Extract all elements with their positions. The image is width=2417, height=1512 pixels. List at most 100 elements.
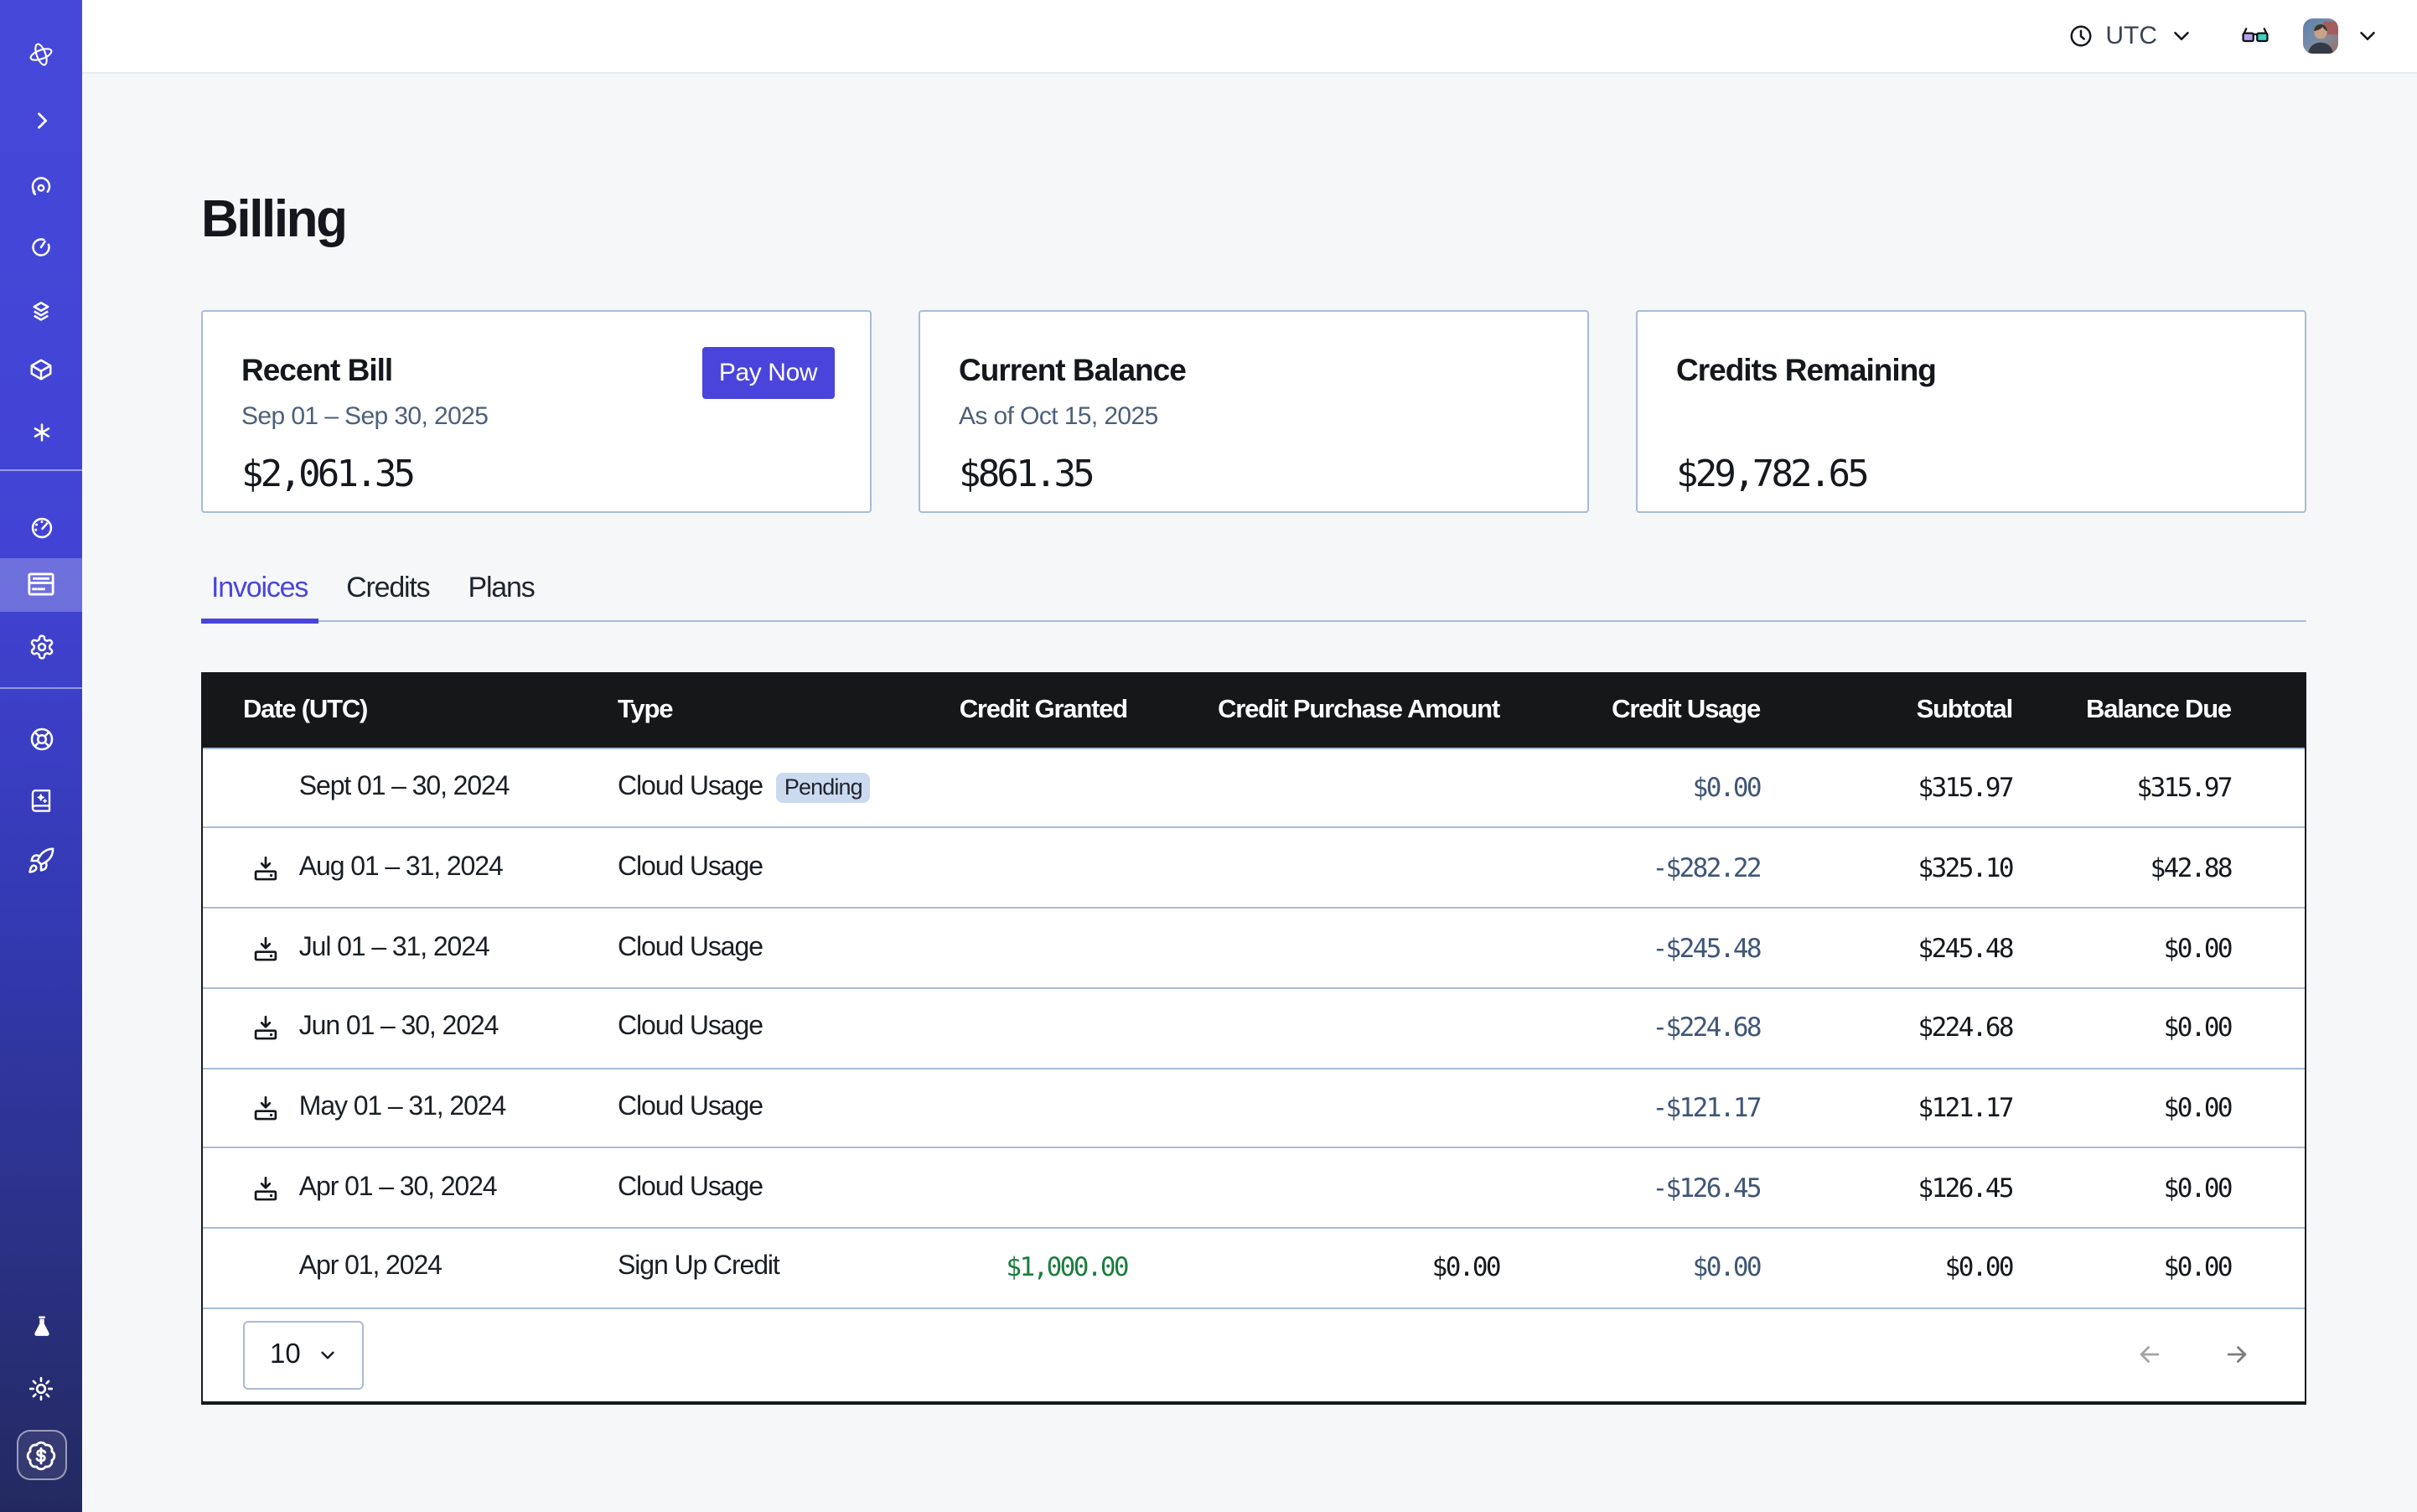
timezone-selector[interactable]: UTC [2068,22,2194,50]
invoice-type: Cloud Usage [618,1173,763,1203]
subtotal-value: $121.17 [1760,1093,2012,1123]
subtotal-value: $245.48 [1760,933,2012,963]
card-period: Sep 01 – Sep 30, 2025 [241,399,833,434]
sidebar-item-data[interactable] [0,298,82,322]
sidebar [0,0,82,1512]
sidebar-item-usage[interactable] [0,515,82,541]
download-invoice-icon[interactable] [251,934,279,962]
avatar[interactable] [2303,18,2338,54]
invoices-table: Date (UTC) Type Credit Granted Credit Pu… [201,671,2306,1405]
balance-due-value: $0.00 [2012,1012,2305,1043]
type-cell: Cloud Usage [618,853,873,883]
balance-due-value: $42.88 [2012,853,2305,883]
download-invoice-icon[interactable] [251,1013,279,1042]
next-page-button[interactable] [2223,1341,2251,1370]
table-row: Sept 01 – 30, 2024 Cloud Usage Pending $0… [203,748,2305,827]
sidebar-item-integrations[interactable] [0,358,82,381]
timezone-label: UTC [2105,22,2157,50]
sidebar-item-query-history[interactable] [0,236,82,259]
sidebar-item-labs[interactable] [0,1313,82,1341]
reader-mode-toggle[interactable] [2241,22,2269,50]
tab-plans[interactable]: Plans [458,567,544,619]
type-cell: Cloud Usage [618,1173,873,1203]
sidebar-divider [0,469,82,471]
logo-orbit-icon[interactable] [0,42,82,69]
credit-usage-value: -$282.22 [1499,853,1760,883]
download-invoice-icon[interactable] [251,854,279,883]
card-title: Current Balance [959,349,1550,391]
card-amount: $861.35 [959,453,1550,500]
credit-granted-value: $1,000.00 [873,1253,1127,1283]
col-date: Date (UTC) [203,695,618,725]
col-type: Type [618,695,873,725]
previous-page-button[interactable] [2135,1341,2164,1370]
sidebar-item-settings[interactable] [0,633,82,660]
table-row: Jul 01 – 31, 2024 Cloud Usage -$245.48 $… [203,907,2305,986]
credit-purchase-value: $0.00 [1127,1253,1499,1283]
credits-remaining-card: Credits Remaining $29,782.65 [1636,310,2306,512]
type-cell: Cloud Usage [618,1012,873,1043]
sidebar-item-pricing[interactable] [16,1430,66,1480]
recent-bill-card: Recent Bill Sep 01 – Sep 30, 2025 $2,061… [201,310,872,512]
col-credit-purchase: Credit Purchase Amount [1127,695,1499,725]
invoice-type: Cloud Usage [618,1012,763,1043]
sidebar-expand-icon[interactable] [0,110,82,133]
card-amount: $2,061.35 [241,453,833,500]
invoice-date: Apr 01, 2024 [203,1253,618,1283]
invoice-type: Cloud Usage [618,1093,763,1123]
sidebar-divider [0,686,82,688]
table-row: Aug 01 – 31, 2024 Cloud Usage -$282.22 $… [203,827,2305,907]
col-subtotal: Subtotal [1760,695,2012,725]
tab-invoices[interactable]: Invoices [201,567,318,619]
chevron-down-icon [2169,23,2194,49]
chevron-down-icon [318,1345,339,1367]
invoice-date: Sept 01 – 30, 2024 [203,773,618,803]
download-invoice-icon[interactable] [251,1094,279,1122]
sidebar-item-support[interactable] [0,726,82,753]
sidebar-item-api-keys[interactable] [0,420,82,443]
type-cell: Cloud Usage [618,933,873,963]
card-sub-empty [1676,399,2268,434]
balance-due-value: $315.97 [2012,773,2305,803]
page-title: Billing [201,188,346,251]
credit-usage-value: -$245.48 [1499,933,1760,963]
col-balance-due: Balance Due [2012,695,2305,725]
invoice-type: Cloud Usage [618,853,763,883]
table-row: Apr 01, 2024 Sign Up Credit $1,000.00 $0… [203,1227,2305,1307]
col-credit-granted: Credit Granted [873,695,1127,725]
sidebar-item-docs[interactable] [0,787,82,812]
subtotal-value: $224.68 [1760,1012,2012,1043]
invoice-type: Cloud Usage [618,933,763,963]
table-row: May 01 – 31, 2024 Cloud Usage -$121.17 $… [203,1067,2305,1147]
reader-glasses-icon [2241,22,2269,50]
page-size-select[interactable]: 10 [243,1322,364,1390]
sidebar-item-billing[interactable] [0,573,82,597]
main-content: Billing Recent Bill Sep 01 – Sep 30, 202… [82,75,2417,1512]
credit-usage-value: $0.00 [1499,773,1760,803]
clock-icon [2068,23,2094,49]
page-size-value: 10 [270,1340,301,1372]
sidebar-item-monitoring[interactable] [0,175,82,199]
topbar: UTC [82,0,2417,74]
balance-due-value: $0.00 [2012,1093,2305,1123]
credit-usage-value: -$121.17 [1499,1093,1760,1123]
credit-usage-value: $0.00 [1499,1253,1760,1283]
tab-credits[interactable]: Credits [336,567,439,619]
balance-due-value: $0.00 [2012,1253,2305,1283]
user-menu[interactable] [2355,23,2380,49]
invoice-type: Cloud Usage [618,773,763,803]
download-invoice-icon[interactable] [251,1173,279,1202]
type-cell: Cloud Usage [618,1093,873,1123]
credit-usage-value: -$224.68 [1499,1012,1760,1043]
chevron-down-icon [2355,23,2380,49]
subtotal-value: $325.10 [1760,853,2012,883]
invoice-type: Sign Up Credit [618,1253,779,1283]
sidebar-item-getting-started[interactable] [0,847,82,873]
subtotal-value: $126.45 [1760,1173,2012,1203]
pay-now-button[interactable]: Pay Now [702,346,834,399]
status-badge: Pending [776,773,871,804]
sidebar-item-theme[interactable] [0,1375,82,1403]
table-pagination: 10 [203,1307,2305,1401]
card-title: Credits Remaining [1676,349,2268,391]
card-amount: $29,782.65 [1676,453,2268,500]
